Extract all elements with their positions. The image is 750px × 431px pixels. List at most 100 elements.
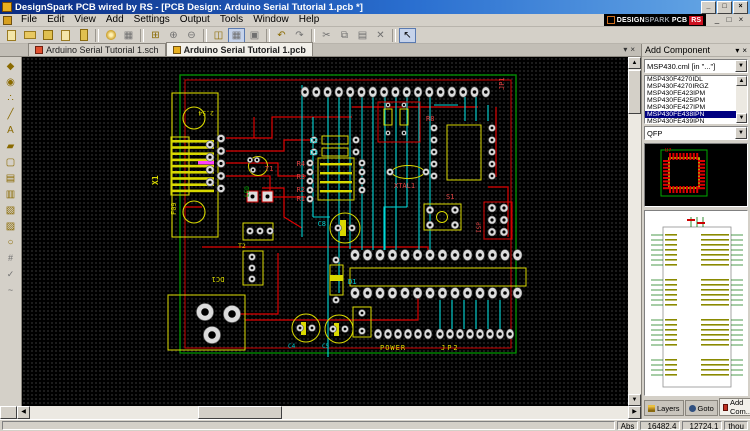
close-file-icon[interactable] [57,28,74,43]
tab-layers[interactable]: Layers [644,400,684,416]
add-shape-circle-icon[interactable]: ○ [2,234,20,250]
add-shape-rect-icon[interactable]: ▤ [2,170,20,186]
scroll-right-icon[interactable]: ▶ [628,406,641,419]
delete-icon[interactable]: ✕ [372,28,389,43]
tab-scroll-icon[interactable]: ▾ [623,45,627,54]
component-list-item[interactable]: MSP430F4270IRGZ [645,83,747,90]
horizontal-scroll-thumb[interactable] [198,406,282,419]
redo-icon[interactable]: ↷ [291,28,308,43]
title-bar: DesignSpark PCB wired by RS - [PCB Desig… [0,0,750,14]
label-c4: C4 [288,343,296,350]
cut-icon[interactable]: ✂ [318,28,335,43]
dip-ic-pads[interactable] [351,250,523,299]
menu-window[interactable]: Window [248,14,294,26]
new-file-icon[interactable] [3,28,20,43]
panel-menu-icon[interactable]: ▾ [735,46,739,55]
close-button[interactable]: × [733,1,748,14]
add-text-icon[interactable]: A [2,122,20,138]
restore-button[interactable]: □ [717,1,732,14]
pcb-drawing: X1 F09 2.54 T1 LED D2 D3 R4 R3 R2 R1 R8 … [22,57,628,406]
board-view-icon[interactable]: ▣ [246,28,263,43]
mdi-restore-button[interactable]: □ [724,15,734,25]
library-dropdown-icon[interactable]: ▼ [735,60,747,72]
tab-pcb[interactable]: Arduino Serial Tutorial 1.pcb [166,42,313,56]
component-list-item[interactable]: MSP430FE439IPN [645,118,747,124]
menu-help[interactable]: Help [294,14,325,26]
tab-close-icon[interactable]: × [630,45,635,54]
tab-schematic[interactable]: Arduino Serial Tutorial 1.sch [28,43,166,56]
list-scroll-down-icon[interactable]: ▼ [736,113,747,123]
design-technology-icon[interactable]: ▦ [120,28,137,43]
component-listbox[interactable]: MSP430F4270IDL MSP430F4270IRGZ MSP430FE4… [644,75,748,124]
label-pitch: 2.54 [198,109,214,117]
main-toolbar: ▦ ⊞ ⊕ ⊖ ◫ ▦ ▣ ↶ ↷ ✂ ⧉ ▤ ✕ ↖ [0,27,750,44]
teardrop-icon[interactable]: ~ [2,282,20,298]
jp1-header-pads[interactable] [301,87,490,97]
menu-output[interactable]: Output [175,14,215,26]
menu-file[interactable]: File [16,14,42,26]
add-track-icon[interactable]: ╱ [2,106,20,122]
library-combobox[interactable]: MSP430.cml [in "..."] ▼ [644,59,748,73]
mdi-close-button[interactable]: × [736,15,746,25]
menu-view[interactable]: View [69,14,101,26]
colors-icon[interactable]: ◫ [210,28,227,43]
package-combobox[interactable]: QFP ▼ [644,126,748,140]
select-pointer-icon[interactable]: ↖ [399,28,416,43]
add-pad-icon[interactable]: ◉ [2,74,20,90]
paste-icon[interactable]: ▤ [354,28,371,43]
list-scrollbar[interactable]: ▲ ▼ [736,76,747,123]
status-bar: Abs 16482.4 12724.1 thou [0,419,750,430]
power-header-pads[interactable] [374,329,432,339]
component-list-item[interactable]: MSP430FE423IPM [645,90,747,97]
menu-add[interactable]: Add [101,14,129,26]
grid-toggle-icon[interactable]: ▦ [228,28,245,43]
open-file-icon[interactable] [21,28,38,43]
copy-icon[interactable]: ⧉ [336,28,353,43]
menu-tools[interactable]: Tools [215,14,248,26]
app-icon [2,2,12,12]
library-icon[interactable] [75,28,92,43]
menu-edit[interactable]: Edit [42,14,69,26]
minimize-button[interactable]: _ [701,1,716,14]
settings-gears-icon[interactable] [102,28,119,43]
status-x-coordinate: 16482.4 [640,421,680,430]
tab-goto[interactable]: Goto [685,400,718,416]
measure-icon[interactable]: ✓ [2,266,20,282]
scroll-left-icon[interactable]: ◀ [17,406,30,419]
panel-close-icon[interactable]: × [742,46,747,55]
add-component-icon[interactable]: ◆ [2,58,20,74]
footprint-ref-label: U? [665,148,672,154]
add-board-shape-icon[interactable]: ▢ [2,154,20,170]
dimension-icon[interactable]: # [2,250,20,266]
undo-icon[interactable]: ↶ [273,28,290,43]
zoom-extents-icon[interactable]: ⊞ [147,28,164,43]
pcb-design-canvas[interactable]: X1 F09 2.54 T1 LED D2 D3 R4 R3 R2 R1 R8 … [22,57,628,406]
canvas-horizontal-scrollbar[interactable]: ◀ ▶ [0,406,641,419]
label-r4: R4 [297,160,305,168]
scroll-down-icon[interactable]: ▼ [628,394,641,406]
vertical-scroll-thumb[interactable] [628,70,641,114]
tab-add-component[interactable]: Add Com... [719,398,750,416]
add-via-icon[interactable]: ∴ [2,90,20,106]
package-dropdown-icon[interactable]: ▼ [735,127,747,139]
zoom-in-icon[interactable]: ⊕ [165,28,182,43]
mdi-minimize-button[interactable]: _ [712,15,722,25]
component-list-item[interactable]: MSP430FE427IPM [645,104,747,111]
status-message-cell [2,421,615,430]
menu-settings[interactable]: Settings [129,14,175,26]
canvas-vertical-scrollbar[interactable]: ▲ ▼ [628,57,641,406]
add-copper-pour-icon[interactable]: ▰ [2,138,20,154]
component-list-item-selected[interactable]: MSP430FE438IPN [645,111,747,118]
add-shape-fill-icon[interactable]: ▥ [2,186,20,202]
label-t2: T2 [238,242,246,250]
list-scroll-up-icon[interactable]: ▲ [736,76,747,86]
component-list-item[interactable]: MSP430FE425IPM [645,97,747,104]
dc-jack-ring-pads[interactable] [197,304,241,344]
add-shape-hatch-icon[interactable]: ▧ [2,202,20,218]
add-shape-poly-icon[interactable]: ▨ [2,218,20,234]
component-list-item[interactable]: MSP430F4270IDL [645,76,747,83]
jp2-header-pads[interactable] [436,329,514,339]
save-icon[interactable] [39,28,56,43]
scroll-up-icon[interactable]: ▲ [628,57,641,69]
zoom-out-icon[interactable]: ⊖ [183,28,200,43]
